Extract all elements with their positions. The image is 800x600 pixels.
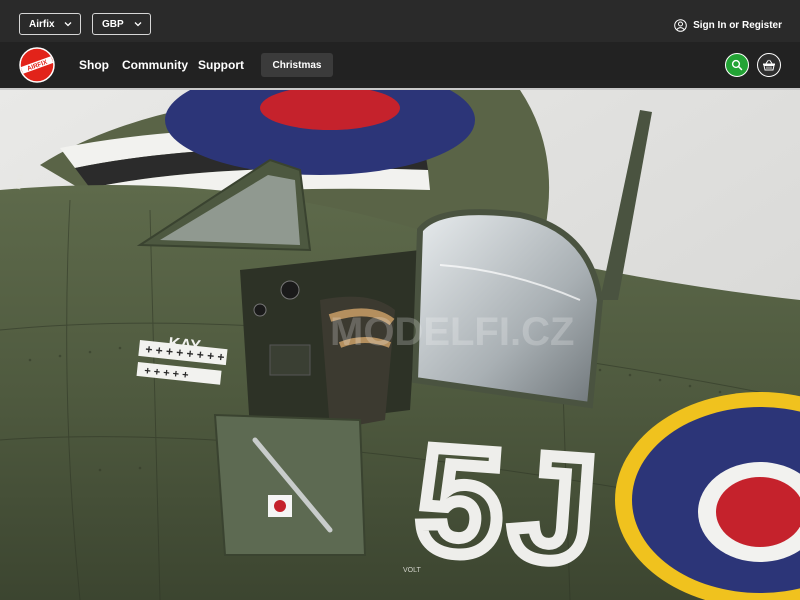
fuselage-code: 5J	[413, 414, 611, 595]
volt-stencil: VOLT	[403, 567, 421, 574]
user-icon	[674, 18, 687, 32]
search-button[interactable]	[725, 53, 749, 77]
watermark-text: MODELFI.CZ	[330, 310, 574, 354]
hero-banner[interactable]: KAY + + + + + + + + + + + + + 5J FUEL VO…	[0, 90, 800, 600]
sign-in-label: Sign In or Register	[693, 19, 782, 31]
basket-button[interactable]	[757, 53, 781, 77]
nav-christmas[interactable]: Christmas	[261, 53, 333, 77]
chevron-down-icon	[134, 22, 142, 27]
chevron-down-icon	[64, 22, 72, 27]
spitfire-model-image: KAY + + + + + + + + + + + + + 5J FUEL VO…	[0, 90, 800, 600]
main-nav-bar	[0, 42, 800, 88]
christmas-label: Christmas	[272, 59, 322, 71]
currency-selector[interactable]: GBP	[92, 13, 151, 35]
brand-selector-label: Airfix	[29, 18, 55, 30]
basket-icon	[763, 59, 775, 71]
sign-in-link[interactable]: Sign In or Register	[674, 16, 782, 34]
nav-community[interactable]: Community	[122, 58, 188, 72]
nav-support[interactable]: Support	[198, 58, 244, 72]
brand-selector[interactable]: Airfix	[19, 13, 81, 35]
nav-shop[interactable]: Shop	[79, 58, 109, 72]
search-icon	[731, 59, 743, 71]
currency-selector-label: GBP	[102, 18, 124, 30]
airfix-logo[interactable]: AIRFIX	[19, 47, 55, 83]
